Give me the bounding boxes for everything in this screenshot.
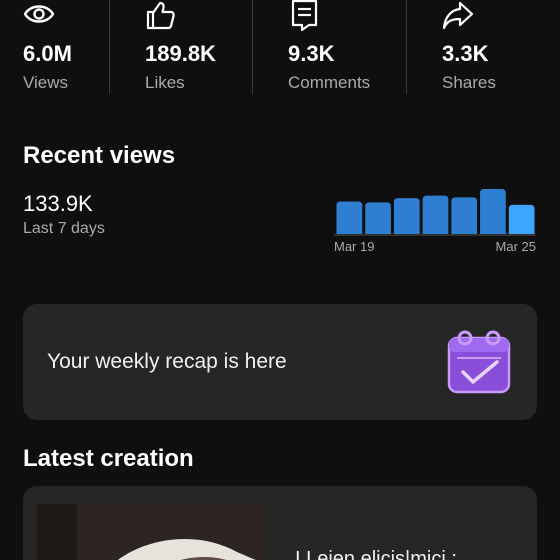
divider (406, 0, 407, 94)
recent-views-title: Recent views (23, 142, 176, 169)
video-thumbnail (37, 504, 265, 560)
divider (252, 0, 253, 94)
recent-views-chart[interactable]: Mar 19 Mar 25 (330, 180, 540, 260)
video-title: I Lejen elicis|mici : (295, 548, 457, 560)
chart-start-label: Mar 19 (334, 239, 374, 254)
weekly-recap-text: Your weekly recap is here (47, 350, 287, 373)
shares-label: Shares (442, 73, 496, 92)
shares-value: 3.3K (442, 41, 489, 66)
recent-views-period: Last 7 days (23, 220, 105, 237)
calendar-check-icon (447, 330, 511, 394)
latest-creation-title: Latest creation (23, 445, 194, 472)
chart-bar (508, 204, 535, 234)
divider (109, 0, 110, 94)
thumbs-up-icon (146, 1, 175, 30)
comments-label: Comments (288, 73, 371, 92)
chart-bar (422, 195, 449, 234)
comments-value: 9.3K (288, 41, 335, 66)
views-label: Views (23, 73, 69, 92)
chart-bar (480, 189, 506, 234)
weekly-recap-card[interactable]: Your weekly recap is here (23, 304, 537, 420)
views-value: 6.0M (23, 41, 72, 66)
chart-end-label: Mar 25 (496, 239, 536, 254)
eye-icon (23, 5, 55, 23)
stats-row: 6.0M Views 189.8K Likes 9.3K Comments 3.… (0, 0, 560, 96)
comment-icon (291, 0, 318, 32)
likes-label: Likes (145, 73, 185, 92)
chart-bar (393, 198, 420, 234)
chart-bar (365, 202, 391, 234)
latest-creation-card[interactable]: I Lejen elicis|mici : (23, 486, 537, 560)
recent-views-value: 133.9K (23, 191, 93, 216)
share-icon (442, 1, 474, 30)
likes-value: 189.8K (145, 41, 216, 66)
chart-bar (336, 201, 363, 234)
chart-bar (451, 197, 478, 234)
